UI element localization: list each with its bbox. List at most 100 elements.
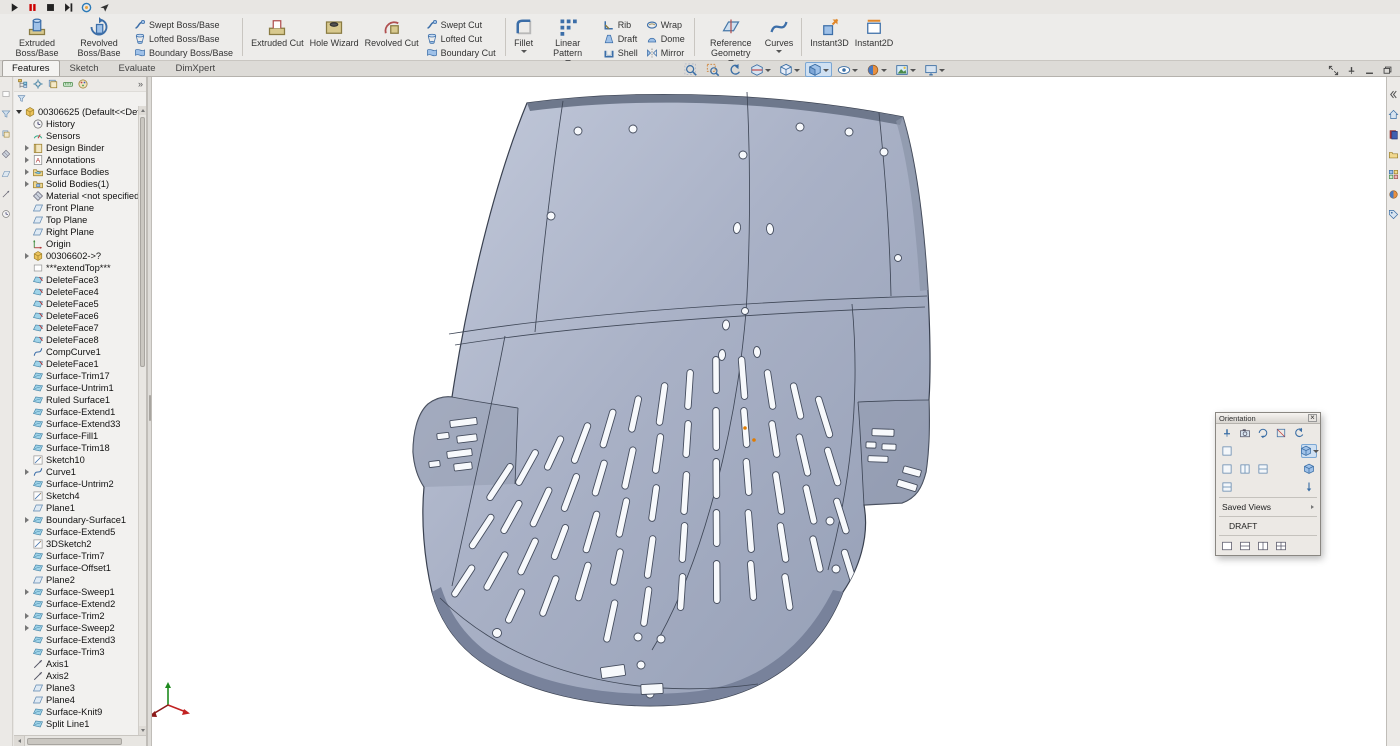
linear-pattern-button[interactable]: Linear Pattern: [537, 15, 599, 59]
tree-item[interactable]: Surface-Sweep2: [14, 622, 138, 634]
tree-item[interactable]: Surface-Trim3: [14, 646, 138, 658]
tabs-overflow-icon[interactable]: »: [138, 79, 143, 89]
custom-properties-button[interactable]: [1388, 209, 1399, 220]
scroll-down-arrow[interactable]: [139, 726, 146, 735]
play-icon[interactable]: [9, 2, 20, 13]
view-palette-button[interactable]: [1388, 169, 1399, 180]
scrollbar-thumb[interactable]: [140, 117, 145, 367]
saved-views-row[interactable]: Saved Views: [1216, 499, 1320, 515]
displaymanager-tab[interactable]: [77, 78, 89, 90]
dome-button[interactable]: Dome: [642, 32, 689, 45]
collapse-pane-button[interactable]: [1388, 89, 1399, 100]
side-tool-document[interactable]: [1, 89, 11, 99]
tree-item[interactable]: Surface-Offset1: [14, 562, 138, 574]
front-view-button[interactable]: [1219, 444, 1235, 458]
tree-item[interactable]: Axis2: [14, 670, 138, 682]
tab-evaluate[interactable]: Evaluate: [109, 60, 166, 76]
tree-item[interactable]: Sketch10: [14, 454, 138, 466]
hole-wizard-button[interactable]: Hole Wizard: [307, 15, 362, 59]
tree-item[interactable]: Curve1: [14, 466, 138, 478]
instant3d-button[interactable]: Instant3D: [807, 15, 852, 59]
revolved-boss-base-button[interactable]: Revolved Boss/Base: [68, 15, 130, 59]
tree-item[interactable]: Surface-Trim7: [14, 550, 138, 562]
minimize-window-button[interactable]: [1363, 64, 1376, 76]
tree-item[interactable]: CompCurve1: [14, 346, 138, 358]
zoom-area-button[interactable]: [703, 62, 723, 77]
side-tool-material[interactable]: [1, 149, 11, 159]
panel-splitter[interactable]: [147, 77, 152, 746]
tree-item[interactable]: Surface-Extend33: [14, 418, 138, 430]
close-orientation-button[interactable]: ×: [1308, 414, 1317, 422]
edit-appearance-button[interactable]: [863, 62, 890, 77]
lofted-boss-base-button[interactable]: Lofted Boss/Base: [130, 32, 237, 45]
step-forward-icon[interactable]: [63, 2, 74, 13]
side-tool-filter[interactable]: [1, 109, 11, 119]
tree-item[interactable]: Surface-Extend3: [14, 634, 138, 646]
back-view-button[interactable]: [1219, 462, 1235, 476]
stop-icon[interactable]: [45, 2, 56, 13]
new-view-button[interactable]: [1237, 426, 1253, 440]
boundary-boss-base-button[interactable]: Boundary Boss/Base: [130, 46, 237, 59]
pin-dialog-button[interactable]: [1219, 426, 1235, 440]
tree-item[interactable]: Design Binder: [14, 142, 138, 154]
featuremanager-tab[interactable]: [17, 78, 29, 90]
revolved-cut-button[interactable]: Revolved Cut: [362, 15, 422, 59]
design-library-button[interactable]: [1388, 129, 1399, 140]
tree-item[interactable]: Solid Bodies(1): [14, 178, 138, 190]
previous-view-button[interactable]: [1291, 426, 1307, 440]
previous-view-button[interactable]: [725, 62, 745, 77]
tree-item[interactable]: Surface-Untrim1: [14, 382, 138, 394]
expander-closed-icon[interactable]: [25, 469, 29, 475]
scroll-up-arrow[interactable]: [139, 106, 146, 115]
orientation-titlebar[interactable]: Orientation ×: [1216, 413, 1320, 424]
expander-closed-icon[interactable]: [25, 145, 29, 151]
hide-show-items-button[interactable]: [834, 62, 861, 77]
tree-item[interactable]: Right Plane: [14, 226, 138, 238]
tree-item[interactable]: Surface-Sweep1: [14, 586, 138, 598]
side-tool-axis[interactable]: [1, 189, 11, 199]
section-view-button[interactable]: [747, 62, 774, 77]
tree-item[interactable]: History: [14, 118, 138, 130]
view-settings-button[interactable]: [921, 62, 948, 77]
dropdown-arrow-icon[interactable]: [521, 50, 527, 53]
side-tool-configurations[interactable]: [1, 129, 11, 139]
swept-boss-base-button[interactable]: Swept Boss/Base: [130, 18, 237, 31]
seat-model[interactable]: [413, 92, 930, 706]
expander-closed-icon[interactable]: [25, 589, 29, 595]
side-tool-history[interactable]: [1, 209, 11, 219]
expander-closed-icon[interactable]: [25, 157, 29, 163]
tree-item[interactable]: Surface-Trim2: [14, 610, 138, 622]
propertymanager-tab[interactable]: [32, 78, 44, 90]
tree-item[interactable]: DeleteFace8: [14, 334, 138, 346]
apply-scene-button[interactable]: [892, 62, 919, 77]
appearances-button[interactable]: [1388, 189, 1399, 200]
zoom-fit-button[interactable]: [681, 62, 701, 77]
tree-item[interactable]: Plane1: [14, 502, 138, 514]
two-view-horizontal-button[interactable]: [1237, 539, 1253, 553]
expander-closed-icon[interactable]: [25, 169, 29, 175]
view-orientation-button[interactable]: [776, 62, 803, 77]
dropdown-arrow-icon[interactable]: [776, 50, 782, 53]
tree-item[interactable]: Surface-Trim18: [14, 442, 138, 454]
tree-item[interactable]: Plane2: [14, 574, 138, 586]
swept-cut-button[interactable]: Swept Cut: [422, 18, 500, 31]
tree-item[interactable]: 00306602->?: [14, 250, 138, 262]
tree-item[interactable]: AAnnotations: [14, 154, 138, 166]
tree-item[interactable]: DeleteFace4: [14, 286, 138, 298]
expander-closed-icon[interactable]: [25, 625, 29, 631]
instant2d-button[interactable]: Instant2D: [852, 15, 897, 59]
tree-item[interactable]: 3DSketch2: [14, 538, 138, 550]
tree-item[interactable]: Ruled Surface1: [14, 394, 138, 406]
mirror-button[interactable]: Mirror: [642, 46, 689, 59]
expand-window-button[interactable]: [1327, 64, 1340, 76]
bottom-view-button[interactable]: [1219, 480, 1235, 494]
side-tool-plane[interactable]: [1, 169, 11, 179]
pin-window-button[interactable]: [1345, 64, 1358, 76]
graphics-area[interactable]: [152, 77, 1386, 746]
tree-item[interactable]: Axis1: [14, 658, 138, 670]
tab-dimxpert[interactable]: DimXpert: [166, 60, 226, 76]
tree-item[interactable]: DeleteFace6: [14, 310, 138, 322]
resources-button[interactable]: [1388, 109, 1399, 120]
extruded-boss-base-button[interactable]: Extruded Boss/Base: [6, 15, 68, 59]
tree-item[interactable]: Top Plane: [14, 214, 138, 226]
